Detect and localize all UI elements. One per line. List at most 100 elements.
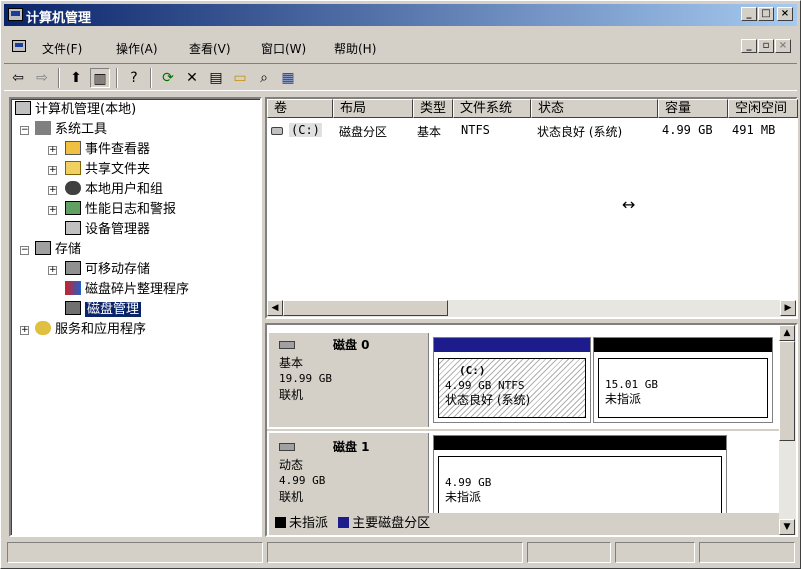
menu-view[interactable]: 查看(V) (189, 40, 231, 57)
partition-body: (C:) 4.99 GB NTFS 状态良好 (系统) (438, 358, 586, 418)
tree-item-local-users[interactable]: 本地用户和组 (65, 181, 163, 199)
up-folder-icon[interactable]: ⬆ (66, 68, 86, 88)
back-arrow-icon[interactable]: ⇦ (8, 68, 28, 88)
partition-body: 15.01 GB 未指派 (598, 358, 768, 418)
tree-item-device-manager[interactable]: 设备管理器 (65, 221, 150, 239)
window-title: 计算机管理 (26, 11, 92, 26)
tree-item-perf-logs[interactable]: 性能日志和警报 (65, 201, 176, 219)
expand-toggle[interactable]: + (48, 166, 57, 175)
scroll-thumb[interactable] (779, 341, 795, 441)
disk-name: 磁盘 1 (333, 440, 370, 454)
primary-swatch (338, 517, 350, 528)
users-icon (65, 181, 81, 195)
computer-icon (15, 101, 31, 115)
horizontal-scrollbar[interactable]: ◀ ▶ (267, 300, 796, 317)
maximize-button[interactable]: □ (758, 7, 774, 21)
tree-item-services[interactable]: 服务和应用程序 (35, 321, 146, 339)
tree-label: 本地用户和组 (85, 182, 164, 197)
cell-fs: NTFS (461, 123, 490, 137)
tools-icon (35, 121, 51, 135)
storage-icon (35, 241, 51, 255)
expand-toggle[interactable]: + (48, 206, 57, 215)
tree-item-event-viewer[interactable]: 事件查看器 (65, 141, 150, 159)
vertical-scrollbar[interactable]: ▲ ▼ (779, 325, 796, 535)
primary-partition-bar (434, 338, 590, 352)
mdi-restore-button[interactable]: ▫ (758, 39, 774, 53)
tree-label-selected: 磁盘管理 (85, 302, 142, 317)
open-folder-icon[interactable]: ▭ (230, 68, 250, 88)
tree-label: 可移动存储 (85, 262, 151, 277)
column-header-free[interactable]: 空闲空间 (728, 99, 798, 118)
mdi-close-button[interactable]: × (775, 39, 791, 53)
tree-label: 服务和应用程序 (55, 322, 147, 337)
column-header-volume[interactable]: 卷 (267, 99, 333, 118)
tree-label: 存储 (55, 242, 82, 257)
defrag-icon (65, 281, 81, 295)
disk-state: 联机 (279, 490, 304, 504)
scroll-down-button[interactable]: ▼ (779, 519, 795, 535)
disk-icon (279, 341, 295, 349)
menu-bar: 文件(F) 操作(A) 查看(V) 窗口(W) 帮助(H) _ ▫ × (4, 35, 797, 61)
scroll-left-button[interactable]: ◀ (267, 300, 283, 316)
tree-item-root[interactable]: 计算机管理(本地) (15, 101, 136, 119)
cell-layout: 磁盘分区 (339, 125, 388, 139)
disk-state: 联机 (279, 388, 304, 402)
status-bar (7, 542, 797, 564)
tree-item-defrag[interactable]: 磁盘碎片整理程序 (65, 281, 189, 299)
performance-icon (65, 201, 81, 215)
cell-volume: (C:) (289, 123, 322, 137)
refresh-icon[interactable]: ⟳ (158, 68, 178, 88)
column-header-status[interactable]: 状态 (531, 99, 658, 118)
partition-c[interactable]: (C:) 4.99 GB NTFS 状态良好 (系统) (433, 337, 591, 423)
expand-toggle[interactable]: + (48, 186, 57, 195)
delete-icon[interactable]: ✕ (182, 68, 202, 88)
status-pane (527, 542, 611, 563)
column-header-capacity[interactable]: 容量 (658, 99, 728, 118)
mdi-minimize-button[interactable]: _ (741, 39, 757, 53)
disk-size: 19.99 GB (279, 372, 332, 385)
collapse-toggle[interactable]: − (20, 246, 29, 255)
partition-status: 状态良好 (系统) (445, 393, 531, 407)
disk-1-label[interactable]: 磁盘 1 动态 4.99 GB 联机 (269, 433, 429, 513)
disk-0-label[interactable]: 磁盘 0 基本 19.99 GB 联机 (269, 333, 429, 427)
minimize-button[interactable]: _ (741, 7, 757, 21)
properties-icon[interactable]: ▤ (206, 68, 226, 88)
tree-label: 磁盘碎片整理程序 (85, 282, 190, 297)
tree-item-system-tools[interactable]: 系统工具 (35, 121, 107, 139)
collapse-toggle[interactable]: − (20, 126, 29, 135)
unallocated-bar (434, 436, 726, 450)
expand-toggle[interactable]: + (48, 266, 57, 275)
scroll-up-button[interactable]: ▲ (779, 325, 795, 341)
close-button[interactable]: × (777, 7, 793, 21)
disk-icon[interactable]: ▦ (278, 68, 298, 88)
forward-arrow-icon[interactable]: ⇨ (32, 68, 52, 88)
tree-item-storage[interactable]: 存储 (35, 241, 81, 259)
column-header-fs[interactable]: 文件系统 (453, 99, 531, 118)
menu-action[interactable]: 操作(A) (116, 40, 158, 57)
menu-window[interactable]: 窗口(W) (261, 40, 306, 57)
search-icon[interactable]: ⌕ (254, 68, 274, 88)
disk-graphical-view: 磁盘 0 基本 19.99 GB 联机 (C:) 4.99 GB NTFS 状态… (265, 323, 798, 537)
column-header-type[interactable]: 类型 (413, 99, 453, 118)
scroll-right-button[interactable]: ▶ (780, 300, 796, 316)
column-header-layout[interactable]: 布局 (333, 99, 413, 118)
title-bar[interactable]: 计算机管理 _ □ × (4, 4, 797, 26)
cell-status: 状态良好 (系统) (537, 125, 623, 139)
menu-file[interactable]: 文件(F) (42, 40, 82, 57)
expand-toggle[interactable]: + (20, 326, 29, 335)
scroll-thumb[interactable] (283, 300, 448, 316)
partition-unallocated-0[interactable]: 15.01 GB 未指派 (593, 337, 773, 423)
partition-unallocated-1[interactable]: 4.99 GB 未指派 (433, 435, 727, 524)
help-icon[interactable]: ? (124, 68, 144, 88)
shared-folder-icon (65, 161, 81, 175)
expand-toggle[interactable]: + (48, 146, 57, 155)
show-tree-icon[interactable]: ▥ (90, 68, 110, 88)
tree-item-disk-management[interactable]: 磁盘管理 (65, 301, 142, 319)
menu-help[interactable]: 帮助(H) (334, 40, 376, 57)
tree-label: 共享文件夹 (85, 162, 151, 177)
drive-icon (271, 127, 283, 135)
legend: 未指派 主要磁盘分区 (269, 513, 779, 535)
tree-item-removable-storage[interactable]: 可移动存储 (65, 261, 150, 279)
toolbar-separator (58, 68, 60, 88)
tree-item-shared-folders[interactable]: 共享文件夹 (65, 161, 150, 179)
